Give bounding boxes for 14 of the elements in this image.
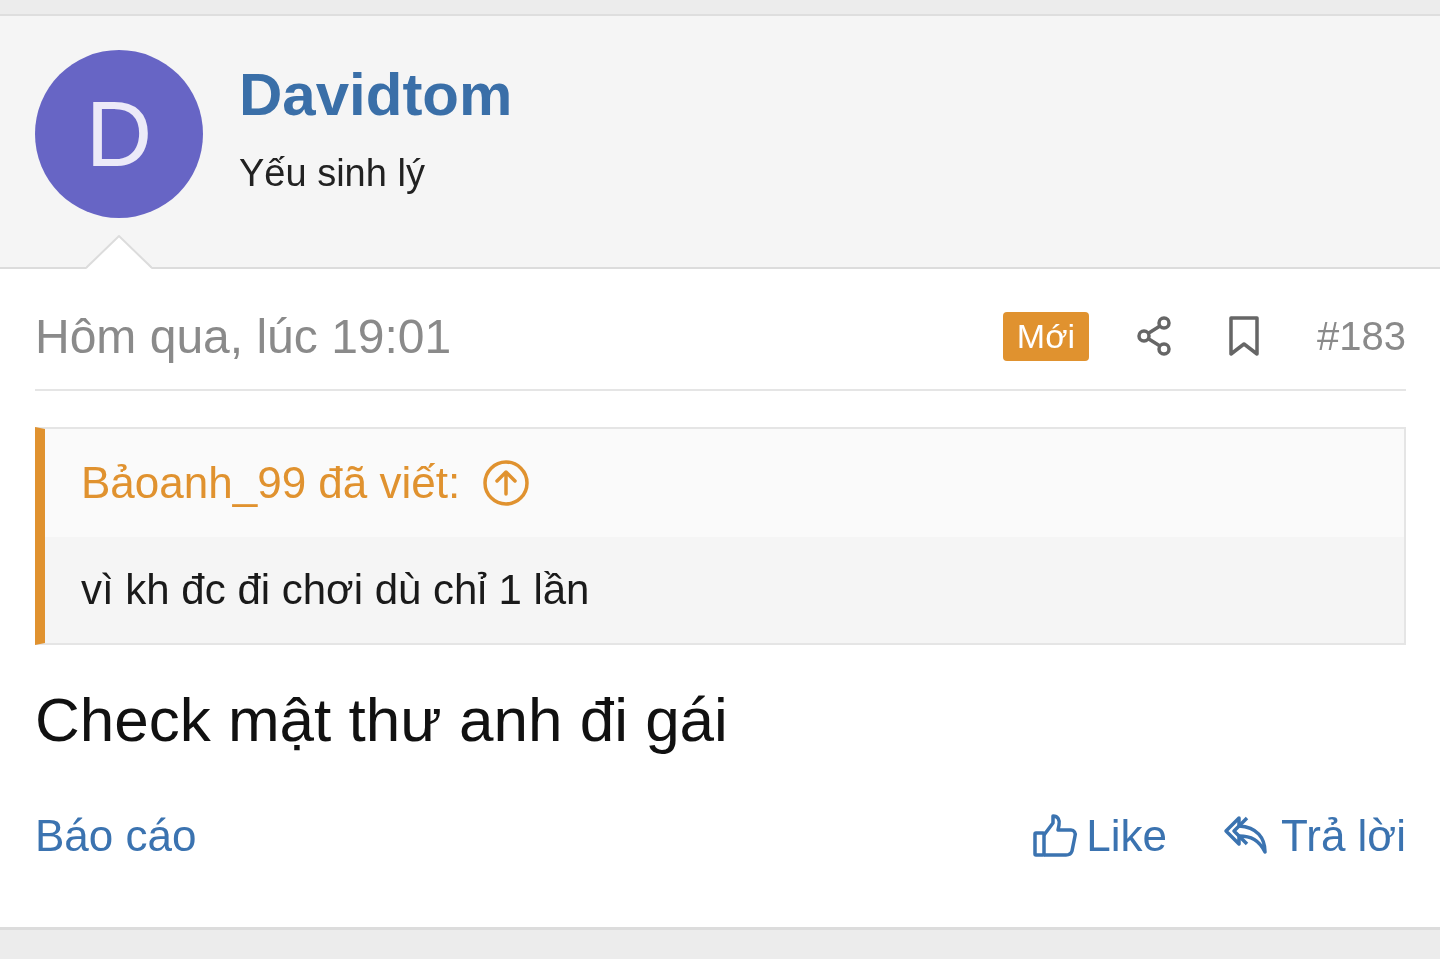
post-date[interactable]: Hôm qua, lúc 19:01 (35, 294, 1003, 364)
like-link[interactable]: Like (1032, 811, 1167, 861)
bookmark-icon[interactable] (1227, 314, 1261, 358)
reply-link[interactable]: Trả lời (1223, 811, 1406, 861)
report-link[interactable]: Báo cáo (35, 811, 197, 861)
quote-text: vì kh đc đi chơi dù chỉ 1 lần (81, 566, 590, 614)
post-message: Check mật thư anh đi gái (35, 685, 729, 755)
post-number[interactable]: #183 (1317, 313, 1406, 359)
quote-source[interactable]: Bảoanh_99 đã viết: (81, 458, 461, 508)
author-name[interactable]: Davidtom (239, 60, 513, 130)
user-title: Yếu sinh lý (239, 152, 426, 195)
new-badge: Mới (1002, 311, 1089, 361)
avatar[interactable]: D (35, 50, 203, 218)
thumbs-up-icon (1032, 813, 1079, 859)
